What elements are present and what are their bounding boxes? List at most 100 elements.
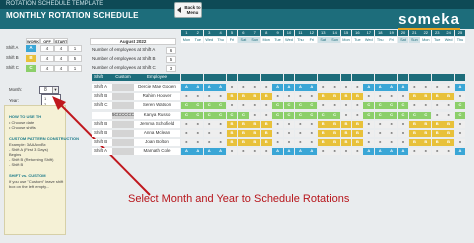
employee-shift-select[interactable]: Shift C	[92, 102, 112, 110]
schedule-cell: x	[215, 93, 226, 101]
employee-custom-pattern[interactable]	[112, 148, 134, 156]
schedule-cell: B	[420, 139, 432, 147]
employee-name[interactable]: Jemma Schofield	[134, 120, 180, 128]
schedule-cell: A	[454, 84, 466, 91]
employee-shift-select[interactable]: Shift B	[92, 93, 112, 101]
schedule-cell: x	[420, 84, 432, 91]
employee-custom-pattern[interactable]	[112, 84, 134, 91]
employee-shift-select[interactable]: Shift B	[92, 139, 112, 147]
schedule-cell: x	[454, 130, 466, 137]
schedule-cell: C	[386, 111, 397, 119]
schedule-cell: B	[238, 120, 249, 128]
employee-custom-pattern[interactable]	[112, 130, 134, 137]
employee-shift-select[interactable]: Shift A	[92, 84, 112, 91]
work-days-input[interactable]: 4	[40, 45, 54, 52]
work-days-input[interactable]: 4	[40, 65, 54, 72]
schedule-cell: C	[226, 111, 238, 119]
schedule-cell: x	[295, 93, 306, 101]
employee-shift-select[interactable]: Shift B	[92, 120, 112, 128]
work-days-input[interactable]: 4	[40, 55, 54, 62]
schedule-cell: x	[386, 93, 397, 101]
schedule-cell: x	[238, 84, 249, 91]
schedule-cell: C	[192, 111, 204, 119]
grid-header-day	[306, 74, 318, 81]
schedule-cell: x	[260, 111, 272, 119]
schedule-cell: C	[374, 111, 386, 119]
schedule-cell: B	[238, 130, 249, 137]
employee-shift-select[interactable]	[92, 111, 112, 119]
employee-custom-pattern[interactable]	[112, 102, 134, 110]
day-name: Tue	[192, 37, 204, 43]
day-number: 15	[340, 30, 352, 36]
grid-header-employee: Employee	[134, 74, 180, 81]
schedule-cell: B	[420, 120, 432, 128]
summary-period: August 2022	[90, 38, 176, 45]
schedule-cell: x	[283, 139, 295, 147]
schedule-cell: x	[431, 111, 443, 119]
schedule-cell: x	[181, 93, 192, 101]
employee-custom-pattern[interactable]	[112, 93, 134, 101]
schedule-cell: x	[295, 120, 306, 128]
grid-header-shift: Shift	[92, 74, 112, 81]
start-day-input[interactable]: 1	[68, 65, 82, 72]
employee-custom-pattern[interactable]: 5CCCCCCxx	[112, 111, 134, 119]
employee-custom-pattern[interactable]	[112, 139, 134, 147]
day-name: Sun	[409, 37, 420, 43]
schedule-cell: x	[283, 130, 295, 137]
day-name: Tue	[431, 37, 443, 43]
employee-shift-select[interactable]: Shift B	[92, 130, 112, 137]
day-name: Sat	[397, 37, 409, 43]
schedule-cell: x	[397, 139, 409, 147]
schedule-cell: A	[295, 84, 306, 91]
schedule-cell: C	[329, 111, 340, 119]
schedule-cell: x	[283, 120, 295, 128]
schedule-cell: B	[431, 130, 443, 137]
schedule-cell: x	[203, 139, 215, 147]
schedule-cell: x	[192, 139, 204, 147]
employee-custom-pattern[interactable]	[112, 120, 134, 128]
schedule-cell: x	[272, 130, 283, 137]
schedule-cell: x	[181, 130, 192, 137]
employee-name[interactable]: Kanya Russo	[134, 111, 180, 119]
schedule-cell: x	[340, 111, 352, 119]
schedule-cell: x	[272, 120, 283, 128]
schedule-cell: x	[181, 139, 192, 147]
grid-header-day	[181, 74, 192, 81]
day-number: 6	[238, 30, 249, 36]
schedule-cell: x	[283, 93, 295, 101]
off-days-input[interactable]: 4	[54, 65, 68, 72]
schedule-cell: x	[329, 102, 340, 110]
schedule-cell: B	[260, 139, 272, 147]
schedule-cell: C	[203, 102, 215, 110]
schedule-cell: x	[317, 102, 329, 110]
summary-row-value: 3	[166, 65, 176, 72]
employee-name[interactable]: Anna Mclean	[134, 130, 180, 137]
schedule-cell: A	[374, 84, 386, 91]
schedule-cell: B	[409, 139, 420, 147]
employee-name[interactable]: Dercie Mae Gooen	[134, 84, 180, 91]
schedule-cell: x	[363, 93, 375, 101]
employee-shift-select[interactable]: Shift A	[92, 148, 112, 156]
grid-header-day	[249, 74, 261, 81]
shift-row-label: Shift C	[6, 65, 19, 70]
schedule-cell: C	[454, 102, 466, 110]
start-day-input[interactable]: 5	[68, 55, 82, 62]
schedule-cell: A	[386, 148, 397, 156]
schedule-cell: B	[249, 120, 261, 128]
grid-header-day	[260, 74, 272, 81]
schedule-cell: x	[454, 120, 466, 128]
off-days-input[interactable]: 4	[54, 45, 68, 52]
grid-header-day	[363, 74, 375, 81]
day-name: Mon	[340, 37, 352, 43]
off-days-input[interactable]: 4	[54, 55, 68, 62]
schedule-cell: B	[431, 93, 443, 101]
schedule-cell: B	[329, 130, 340, 137]
employee-name[interactable]: Seren Watson	[134, 102, 180, 110]
schedule-cell: A	[295, 148, 306, 156]
employee-name[interactable]: Joan Bolton	[134, 139, 180, 147]
employee-name[interactable]: Rahim Hoover	[134, 93, 180, 101]
day-name: Tue	[352, 37, 363, 43]
employee-name[interactable]: Marnath Cole	[134, 148, 180, 156]
start-day-input[interactable]: 1	[68, 45, 82, 52]
schedule-cell: B	[420, 130, 432, 137]
